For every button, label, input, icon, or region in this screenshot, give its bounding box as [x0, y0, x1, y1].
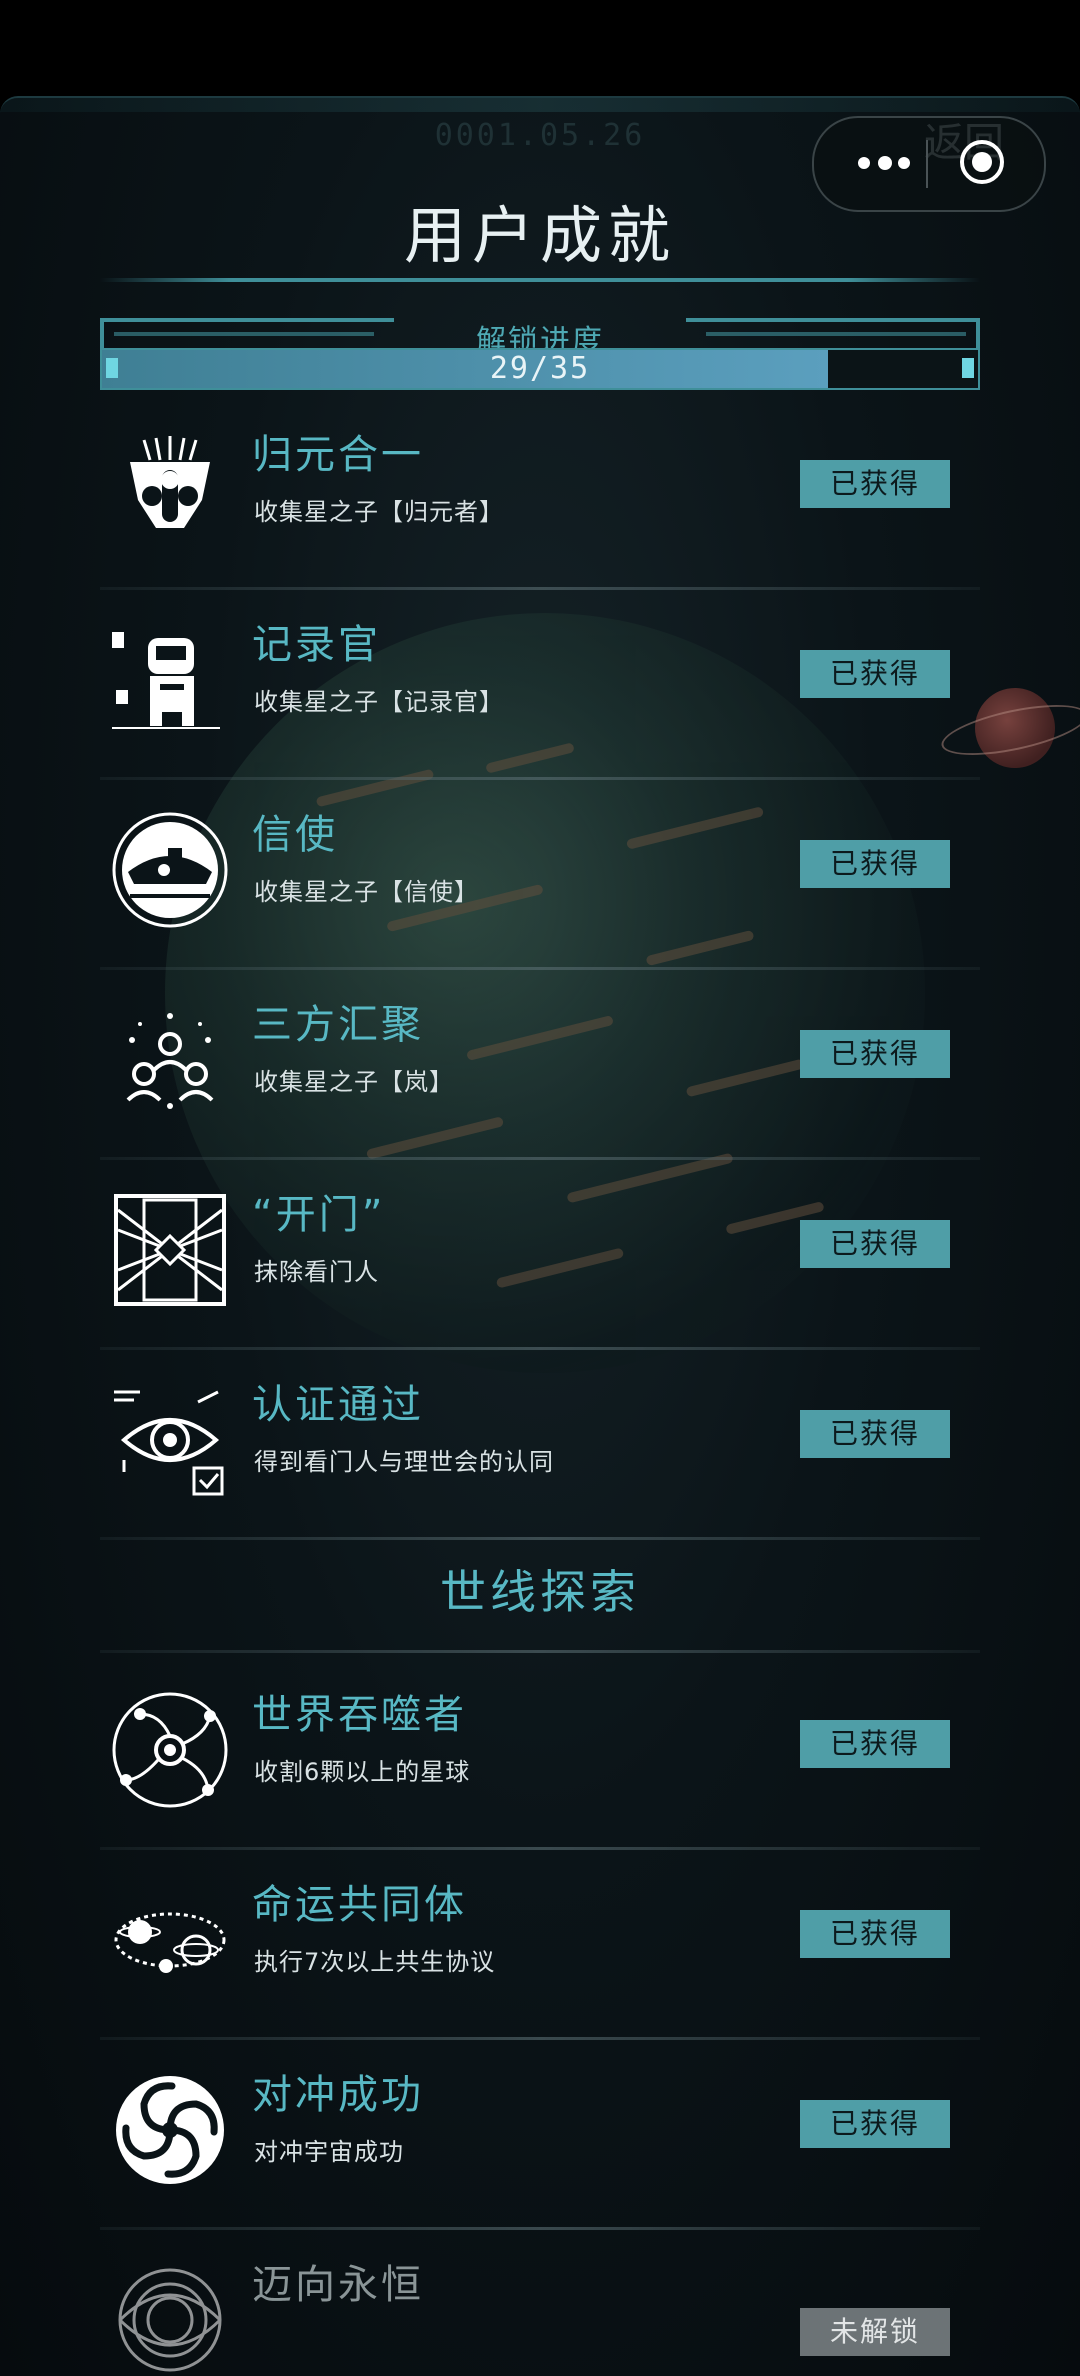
- progress-bar: 29/35: [100, 348, 980, 390]
- title-underline: [100, 278, 980, 282]
- achievement-title: 记录官: [252, 622, 381, 668]
- achievement-row[interactable]: 归元合一 收集星之子【归元者】 已获得: [100, 400, 980, 590]
- row-divider: [100, 1537, 980, 1540]
- achievement-row[interactable]: 三方汇聚 收集星之子【岚】 已获得: [100, 970, 980, 1160]
- progress-count: 29/35: [489, 351, 591, 386]
- achievement-title: 迈向永恒: [252, 2262, 424, 2308]
- status-badge: 已获得: [800, 1410, 950, 1458]
- people-gathering-icon: [126, 1013, 214, 1109]
- status-badge-locked: 未解锁: [800, 2308, 950, 2356]
- unlock-progress: 解锁进度 29/35: [100, 314, 980, 390]
- status-badge: 已获得: [800, 1720, 950, 1768]
- status-badge: 已获得: [800, 1030, 950, 1078]
- achievement-desc: 收集星之子【岚】: [254, 1068, 454, 1096]
- achievement-desc: 收集星之子【信使】: [254, 878, 479, 906]
- screen: 0001.05.26 返回 用户成就 解锁进度 29/35: [0, 0, 1080, 2376]
- achievement-desc: 对冲宇宙成功: [254, 2138, 404, 2166]
- exploration-row[interactable]: 对冲成功 对冲宇宙成功 已获得: [100, 2040, 980, 2230]
- eternal-galaxy-icon: [118, 2268, 222, 2372]
- achievement-title: 认证通过: [252, 1382, 424, 1428]
- achievement-desc: 执行7次以上共生协议: [254, 1948, 496, 1976]
- exploration-row[interactable]: 迈向永恒 未解锁: [100, 2230, 980, 2376]
- progress-cap-left: [106, 358, 118, 378]
- capsule-divider: [926, 140, 928, 188]
- door-gate-icon: [114, 1194, 226, 1306]
- achievement-desc: 收割6颗以上的星球: [254, 1758, 471, 1786]
- section-divider: [100, 1650, 980, 1653]
- spiral-vortex-icon: [116, 2076, 224, 2184]
- achievement-title: 对冲成功: [252, 2072, 424, 2118]
- achievement-row[interactable]: 信使 收集星之子【信使】 已获得: [100, 780, 980, 970]
- status-badge: 已获得: [800, 460, 950, 508]
- status-badge: 已获得: [800, 650, 950, 698]
- orbit-community-icon: [114, 1912, 226, 1973]
- achievement-title: 归元合一: [252, 432, 424, 478]
- page-title: 用户成就: [403, 199, 676, 272]
- achievement-title: 世界吞噬者: [252, 1692, 467, 1738]
- achievement-row[interactable]: “开门” 抹除看门人 已获得: [100, 1160, 980, 1350]
- exploration-row[interactable]: 世界吞噬者 收割6颗以上的星球 已获得: [100, 1660, 980, 1850]
- robot-recorder-icon: [112, 632, 220, 729]
- achievement-desc: 收集星之子【归元者】: [254, 498, 504, 526]
- world-devourer-icon: [112, 1692, 228, 1808]
- exploration-row[interactable]: 命运共同体 执行7次以上共生协议 已获得: [100, 1850, 980, 2040]
- close-target-icon[interactable]: [958, 138, 1006, 186]
- status-badge: 已获得: [800, 2100, 950, 2148]
- achievement-title: 信使: [252, 812, 338, 858]
- tribal-mask-icon: [130, 436, 210, 528]
- achievement-row[interactable]: 记录官 收集星之子【记录官】 已获得: [100, 590, 980, 780]
- achievement-desc: 抹除看门人: [254, 1258, 379, 1286]
- achievement-title: “开门”: [252, 1192, 386, 1238]
- submarine-messenger-icon: [112, 812, 228, 928]
- eye-check-icon: [114, 1390, 224, 1496]
- more-options-icon[interactable]: [854, 148, 914, 178]
- status-badge: 已获得: [800, 840, 950, 888]
- achievement-title: 三方汇聚: [252, 1002, 424, 1048]
- progress-cap-right: [962, 358, 974, 378]
- achievement-desc: 得到看门人与理世会的认同: [254, 1448, 554, 1476]
- status-badge: 已获得: [800, 1220, 950, 1268]
- achievement-title: 命运共同体: [252, 1882, 467, 1928]
- achievement-row[interactable]: 认证通过 得到看门人与理世会的认同 已获得: [100, 1350, 980, 1540]
- section-title-exploration: 世线探索: [440, 1565, 640, 1619]
- status-badge: 已获得: [800, 1910, 950, 1958]
- achievement-desc: 收集星之子【记录官】: [254, 688, 504, 716]
